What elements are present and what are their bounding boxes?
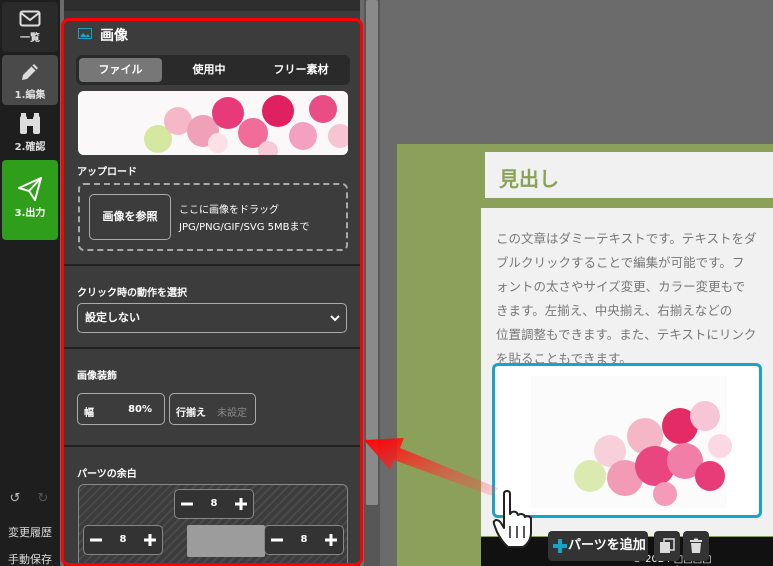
minus-icon[interactable] bbox=[179, 496, 195, 512]
history-button[interactable]: 変更履歴 bbox=[0, 524, 60, 540]
duplicate-button[interactable] bbox=[654, 531, 680, 561]
plus-icon bbox=[553, 539, 567, 553]
manual-save-button[interactable]: 手動保存 bbox=[0, 551, 60, 566]
nav-list-button[interactable]: 一覧 bbox=[2, 2, 58, 52]
nav-check-label: 2.確認 bbox=[14, 142, 46, 153]
margin-left-value: 8 bbox=[119, 534, 127, 545]
paper-plane-icon bbox=[18, 177, 42, 201]
delete-button[interactable] bbox=[683, 531, 709, 561]
hand-pointer-icon bbox=[492, 490, 532, 548]
tab-free-material[interactable]: フリー素材 bbox=[256, 58, 346, 82]
body-text-line: ォントの太さやサイズ変更、カラー変更もで bbox=[496, 279, 746, 294]
plus-icon[interactable] bbox=[233, 496, 249, 512]
image-icon bbox=[78, 28, 92, 39]
chevron-down-icon bbox=[330, 315, 340, 322]
pencil-icon bbox=[22, 64, 38, 80]
redo-icon: ↻ bbox=[37, 491, 49, 506]
minus-icon[interactable] bbox=[269, 532, 285, 548]
plus-icon[interactable] bbox=[323, 532, 339, 548]
click-action-select[interactable]: 設定しない bbox=[77, 303, 347, 333]
margin-editor: 8 8 8 bbox=[78, 484, 348, 566]
align-key: 行揃え bbox=[176, 408, 206, 419]
undo-redo-row: ↺ ↻ bbox=[2, 488, 58, 510]
trash-icon bbox=[690, 538, 702, 553]
body-text-line: ブルクリックすることで編集が可能です。フ bbox=[496, 255, 745, 270]
width-field[interactable]: 幅 80% bbox=[77, 393, 165, 425]
margin-top-stepper[interactable]: 8 bbox=[174, 489, 254, 519]
nav-check-button[interactable]: 2.確認 bbox=[2, 108, 58, 158]
margin-preview-block bbox=[187, 525, 265, 557]
body-text-line: この文章はダミーテキストです。テキストをダ bbox=[496, 231, 757, 246]
section-divider bbox=[64, 347, 360, 349]
envelope-icon bbox=[19, 10, 41, 27]
heading-text: 見出し bbox=[499, 167, 559, 191]
nav-edit-button[interactable]: 1.編集 bbox=[2, 55, 58, 105]
left-nav: 一覧 1.編集 2.確認 3.出力 ↺ ↻ 変更履歴 手動保存 bbox=[0, 0, 60, 566]
nav-output-button[interactable]: 3.出力 bbox=[2, 160, 58, 240]
nav-list-label: 一覧 bbox=[20, 33, 40, 44]
undo-icon: ↺ bbox=[9, 491, 21, 506]
add-part-button[interactable]: パーツを追加 bbox=[548, 531, 648, 561]
annotation-arrow-icon bbox=[364, 438, 498, 496]
plus-icon[interactable] bbox=[142, 532, 158, 548]
body-text-line: きます。左揃え、中央揃え、右揃えなどの bbox=[496, 303, 733, 318]
body-text-line: 位置調整もできます。また、テキストにリンク bbox=[496, 327, 757, 342]
click-action-label: クリック時の動作を選択 bbox=[77, 288, 187, 299]
margin-top-value: 8 bbox=[210, 498, 218, 509]
upload-label: アップロード bbox=[77, 167, 137, 178]
flower-bouquet-thumbnail-image bbox=[78, 91, 348, 155]
margin-label: パーツの余白 bbox=[77, 469, 137, 480]
width-key: 幅 bbox=[84, 408, 94, 419]
minus-icon[interactable] bbox=[88, 532, 104, 548]
section-divider bbox=[64, 264, 360, 266]
image-thumbnail[interactable] bbox=[78, 91, 348, 155]
margin-right-stepper[interactable]: 8 bbox=[264, 525, 344, 555]
margin-right-value: 8 bbox=[300, 534, 308, 545]
nav-edit-label: 1.編集 bbox=[14, 90, 46, 101]
click-action-value: 設定しない bbox=[85, 311, 140, 324]
add-part-label: パーツを追加 bbox=[568, 538, 646, 553]
redo-button[interactable]: ↻ bbox=[32, 488, 54, 510]
nav-output-label: 3.出力 bbox=[14, 208, 46, 219]
undo-button[interactable]: ↺ bbox=[4, 488, 26, 510]
align-field[interactable]: 行揃え 未設定 bbox=[169, 393, 256, 425]
image-settings-panel: 画像 ファイル 使用中 フリー素材 アップロード 画像を参照 ここに画像をドラッ… bbox=[64, 0, 360, 566]
image-source-tabs: ファイル 使用中 フリー素材 bbox=[76, 55, 350, 85]
binoculars-icon bbox=[20, 113, 40, 134]
margin-left-stepper[interactable]: 8 bbox=[83, 525, 163, 555]
panel-topbar bbox=[64, 0, 360, 11]
align-value: 未設定 bbox=[217, 408, 247, 419]
decoration-label: 画像装飾 bbox=[77, 371, 117, 382]
tab-file[interactable]: ファイル bbox=[79, 58, 162, 82]
drop-formats: JPG/PNG/GIF/SVG 5MBまで bbox=[179, 222, 310, 233]
section-divider bbox=[64, 445, 360, 447]
upload-dropzone[interactable]: 画像を参照 ここに画像をドラッグ JPG/PNG/GIF/SVG 5MBまで bbox=[78, 183, 348, 251]
app-root: 一覧 1.編集 2.確認 3.出力 ↺ ↻ 変更履歴 手動保存 画像 ファイル … bbox=[0, 0, 773, 566]
drop-hint: ここに画像をドラッグ bbox=[179, 205, 279, 216]
panel-title: 画像 bbox=[100, 28, 128, 44]
heading-part[interactable]: 見出し bbox=[481, 152, 773, 198]
tab-in-use[interactable]: 使用中 bbox=[168, 58, 250, 82]
browse-image-button[interactable]: 画像を参照 bbox=[89, 194, 171, 240]
copy-icon bbox=[660, 538, 675, 553]
width-value: 80% bbox=[128, 404, 152, 415]
